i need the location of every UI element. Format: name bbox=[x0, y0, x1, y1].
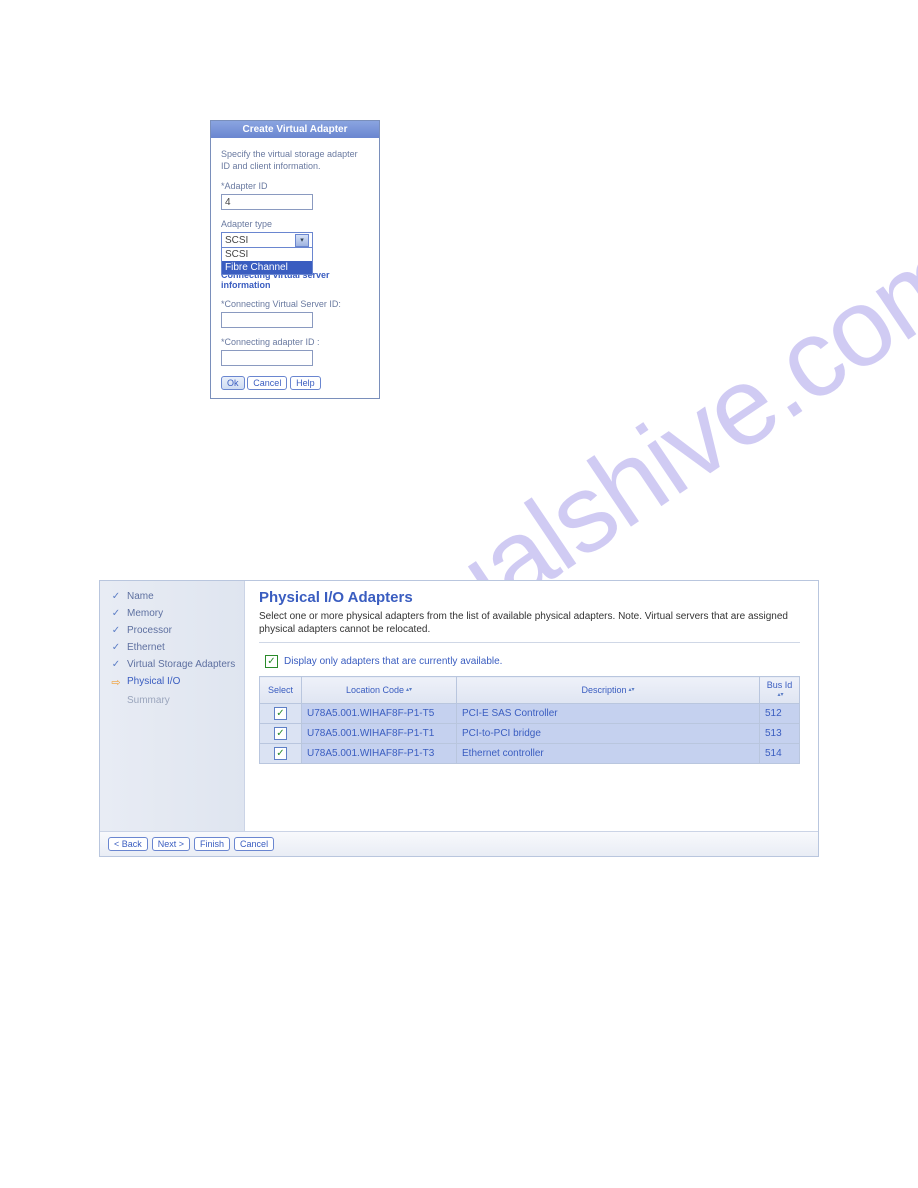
ok-button[interactable]: Ok bbox=[221, 376, 245, 390]
table-row: ✓ U78A5.001.WIHAF8F-P1-T5 PCI-E SAS Cont… bbox=[260, 704, 800, 724]
adapter-type-option-fibre[interactable]: Fibre Channel bbox=[222, 261, 312, 274]
arrow-right-icon: ⇨ bbox=[110, 676, 122, 689]
page-title: Physical I/O Adapters bbox=[259, 589, 800, 606]
table-row: ✓ U78A5.001.WIHAF8F-P1-T1 PCI-to-PCI bri… bbox=[260, 724, 800, 744]
step-physical-io[interactable]: ⇨Physical I/O bbox=[110, 676, 240, 689]
check-icon: ✓ bbox=[110, 625, 122, 636]
chevron-down-icon[interactable]: ▾ bbox=[295, 234, 309, 247]
row-checkbox[interactable]: ✓ bbox=[274, 727, 287, 740]
col-bus-id[interactable]: Bus Id▴▾ bbox=[760, 677, 800, 704]
cell-bus-id: 514 bbox=[760, 744, 800, 764]
cancel-button[interactable]: Cancel bbox=[234, 837, 274, 851]
cell-bus-id: 512 bbox=[760, 704, 800, 724]
cancel-button[interactable]: Cancel bbox=[247, 376, 287, 390]
adapter-type-dropdown: SCSI Fibre Channel bbox=[221, 248, 313, 275]
connecting-server-label: *Connecting Virtual Server ID: bbox=[221, 298, 369, 310]
adapter-id-input[interactable] bbox=[221, 194, 313, 210]
check-icon: ✓ bbox=[110, 642, 122, 653]
page-instruction: Select one or more physical adapters fro… bbox=[259, 610, 800, 643]
step-memory[interactable]: ✓Memory bbox=[110, 608, 240, 619]
cell-bus-id: 513 bbox=[760, 724, 800, 744]
check-icon: ✓ bbox=[110, 608, 122, 619]
adapter-type-selected: SCSI bbox=[225, 235, 248, 246]
cell-description: PCI-to-PCI bridge bbox=[457, 724, 760, 744]
adapter-id-label: *Adapter ID bbox=[221, 180, 369, 192]
dialog-body: Specify the virtual storage adapter ID a… bbox=[211, 138, 379, 398]
wizard-footer: < Back Next > Finish Cancel bbox=[100, 831, 818, 856]
adapter-type-label: Adapter type bbox=[221, 218, 369, 230]
wizard-main: Physical I/O Adapters Select one or more… bbox=[245, 581, 818, 831]
adapters-table: Select Location Code▴▾ Description▴▾ Bus… bbox=[259, 676, 800, 764]
sort-icon[interactable]: ▴▾ bbox=[777, 693, 783, 698]
row-checkbox[interactable]: ✓ bbox=[274, 747, 287, 760]
check-icon: ✓ bbox=[110, 591, 122, 602]
adapter-type-select[interactable]: SCSI ▾ SCSI Fibre Channel bbox=[221, 232, 313, 248]
help-button[interactable]: Help bbox=[290, 376, 321, 390]
step-summary: Summary bbox=[110, 695, 240, 706]
connecting-server-input[interactable] bbox=[221, 312, 313, 328]
cell-description: PCI-E SAS Controller bbox=[457, 704, 760, 724]
dialog-instruction: Specify the virtual storage adapter ID a… bbox=[221, 148, 369, 172]
adapter-type-option-scsi[interactable]: SCSI bbox=[222, 248, 312, 261]
check-icon: ✓ bbox=[110, 659, 122, 670]
step-name[interactable]: ✓Name bbox=[110, 591, 240, 602]
cell-location: U78A5.001.WIHAF8F-P1-T1 bbox=[302, 724, 457, 744]
cell-location: U78A5.001.WIHAF8F-P1-T3 bbox=[302, 744, 457, 764]
cell-location: U78A5.001.WIHAF8F-P1-T5 bbox=[302, 704, 457, 724]
connecting-adapter-label: *Connecting adapter ID : bbox=[221, 336, 369, 348]
create-virtual-adapter-dialog: Create Virtual Adapter Specify the virtu… bbox=[210, 120, 380, 399]
step-processor[interactable]: ✓Processor bbox=[110, 625, 240, 636]
connecting-adapter-input[interactable] bbox=[221, 350, 313, 366]
display-only-label: Display only adapters that are currently… bbox=[284, 656, 502, 667]
next-button[interactable]: Next > bbox=[152, 837, 190, 851]
sort-icon[interactable]: ▴▾ bbox=[406, 688, 412, 693]
physical-io-wizard: ✓Name ✓Memory ✓Processor ✓Ethernet ✓Virt… bbox=[99, 580, 819, 857]
display-only-checkbox[interactable]: ✓ bbox=[265, 655, 278, 668]
wizard-steps: ✓Name ✓Memory ✓Processor ✓Ethernet ✓Virt… bbox=[100, 581, 245, 831]
col-select[interactable]: Select bbox=[260, 677, 302, 704]
row-checkbox[interactable]: ✓ bbox=[274, 707, 287, 720]
dialog-title: Create Virtual Adapter bbox=[211, 121, 379, 138]
table-row: ✓ U78A5.001.WIHAF8F-P1-T3 Ethernet contr… bbox=[260, 744, 800, 764]
col-description[interactable]: Description▴▾ bbox=[457, 677, 760, 704]
finish-button[interactable]: Finish bbox=[194, 837, 230, 851]
back-button[interactable]: < Back bbox=[108, 837, 148, 851]
step-virtual-storage[interactable]: ✓Virtual Storage Adapters bbox=[110, 659, 240, 670]
sort-icon[interactable]: ▴▾ bbox=[629, 688, 635, 693]
step-ethernet[interactable]: ✓Ethernet bbox=[110, 642, 240, 653]
col-location[interactable]: Location Code▴▾ bbox=[302, 677, 457, 704]
cell-description: Ethernet controller bbox=[457, 744, 760, 764]
